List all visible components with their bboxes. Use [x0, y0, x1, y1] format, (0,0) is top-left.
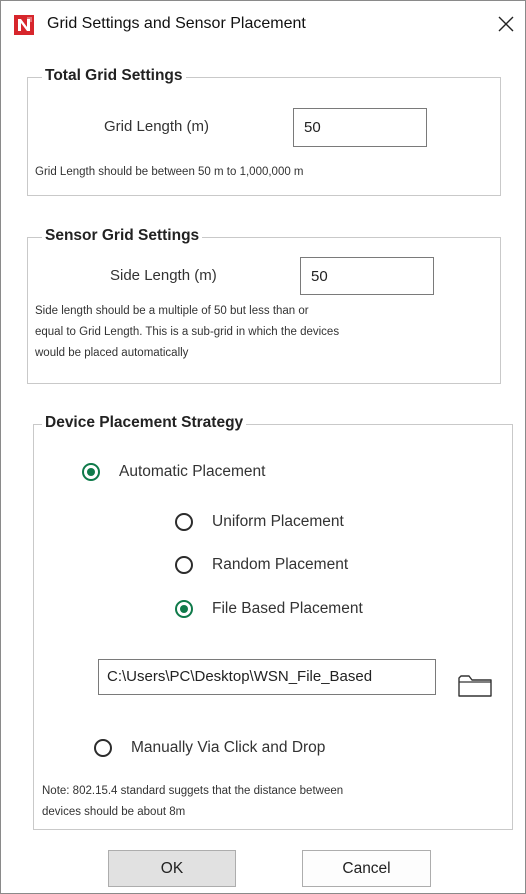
- automatic-placement-label: Automatic Placement: [119, 463, 266, 480]
- placement-note: Note: 802.15.4 standard suggets that the…: [42, 781, 343, 823]
- random-placement-radio[interactable]: [175, 556, 193, 574]
- device-placement-legend: Device Placement Strategy: [42, 414, 247, 432]
- file-path-input[interactable]: C:\Users\PC\Desktop\WSN_File_Based: [98, 659, 436, 695]
- side-length-input[interactable]: [300, 257, 434, 295]
- window-title: Grid Settings and Sensor Placement: [47, 15, 306, 32]
- random-placement-label: Random Placement: [212, 556, 349, 573]
- close-button[interactable]: [493, 11, 519, 37]
- dialog-window: Grid Settings and Sensor Placement Total…: [0, 0, 526, 894]
- total-grid-legend: Total Grid Settings: [42, 67, 186, 85]
- manual-placement-radio[interactable]: [94, 739, 112, 757]
- title-bar: Grid Settings and Sensor Placement: [1, 1, 525, 41]
- folder-icon: [458, 675, 492, 697]
- placement-note-line: devices should be about 8m: [42, 806, 186, 818]
- close-icon: [498, 16, 514, 32]
- uniform-placement-radio[interactable]: [175, 513, 193, 531]
- file-based-placement-label: File Based Placement: [212, 600, 363, 617]
- automatic-placement-option[interactable]: Automatic Placement: [82, 463, 265, 481]
- side-length-hint-line: equal to Grid Length. This is a sub-grid…: [35, 326, 340, 338]
- file-based-placement-radio[interactable]: [175, 600, 193, 618]
- manual-placement-option[interactable]: Manually Via Click and Drop: [94, 739, 325, 757]
- side-length-label: Side Length (m): [110, 267, 217, 284]
- grid-length-input[interactable]: [293, 108, 427, 147]
- side-length-hint-line: would be placed automatically: [35, 347, 189, 359]
- grid-length-label: Grid Length (m): [104, 118, 210, 135]
- manual-placement-label: Manually Via Click and Drop: [131, 739, 326, 756]
- total-grid-group: Total Grid Settings Grid Length (m) Grid…: [27, 67, 501, 196]
- grid-length-hint: Grid Length should be between 50 m to 1,…: [35, 166, 304, 178]
- file-based-placement-option[interactable]: File Based Placement: [175, 600, 363, 618]
- random-placement-option[interactable]: Random Placement: [175, 556, 348, 574]
- app-logo-icon: [14, 15, 34, 35]
- uniform-placement-option[interactable]: Uniform Placement: [175, 513, 344, 531]
- automatic-placement-radio[interactable]: [82, 463, 100, 481]
- sensor-grid-group: Sensor Grid Settings Side Length (m) Sid…: [27, 227, 501, 384]
- cancel-button[interactable]: Cancel: [302, 850, 431, 887]
- sensor-grid-legend: Sensor Grid Settings: [42, 227, 203, 245]
- browse-folder-button[interactable]: [457, 674, 493, 698]
- side-length-hint: Side length should be a multiple of 50 b…: [35, 301, 491, 364]
- side-length-hint-line: Side length should be a multiple of 50 b…: [35, 305, 309, 317]
- ok-button[interactable]: OK: [108, 850, 236, 887]
- device-placement-group: Device Placement Strategy Automatic Plac…: [33, 414, 513, 830]
- uniform-placement-label: Uniform Placement: [212, 513, 344, 530]
- placement-note-line: Note: 802.15.4 standard suggets that the…: [42, 785, 344, 797]
